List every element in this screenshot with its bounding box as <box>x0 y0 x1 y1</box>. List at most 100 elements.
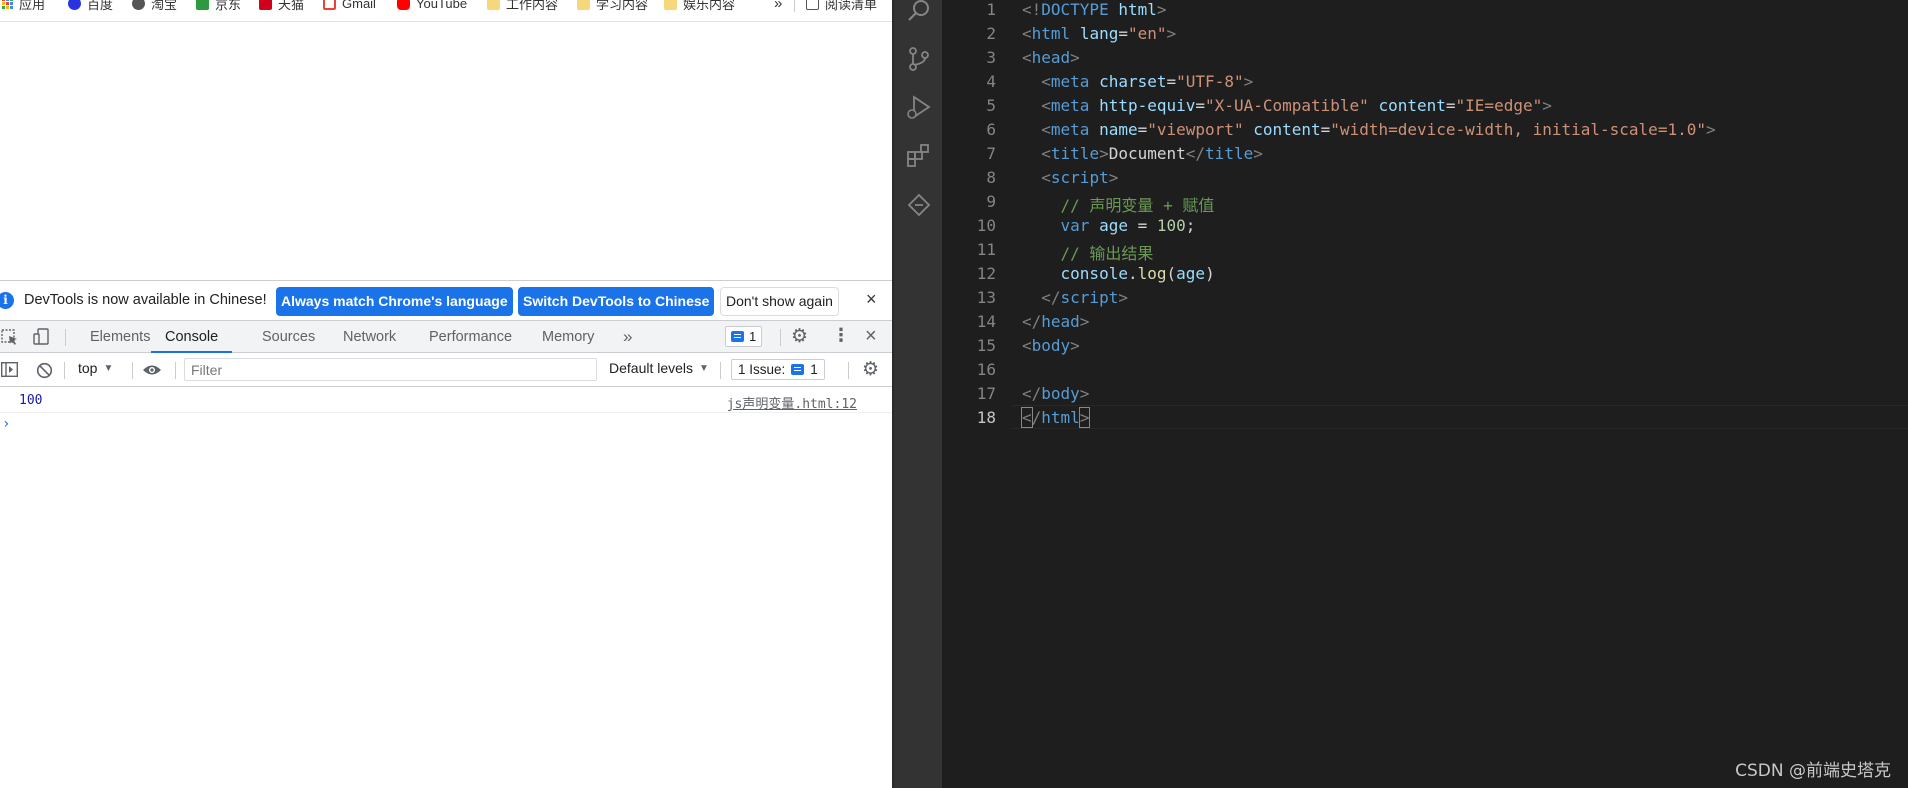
toolbar-divider <box>780 329 781 346</box>
context-value: top <box>78 360 98 376</box>
bookmark-baidu[interactable]: 百度 <box>68 0 113 14</box>
extensions-icon[interactable] <box>906 143 932 169</box>
bookmark-folder-study[interactable]: 学习内容 <box>577 0 648 14</box>
context-selector[interactable]: top ▼ <box>78 360 113 376</box>
browser-window: 应用 百度 淘宝 京东 天猫 Gmail YouTube 工作内容 学习内容 娱… <box>0 0 892 788</box>
page-viewport <box>0 22 892 280</box>
bookmark-label: 应用 <box>19 0 46 12</box>
console-log-row: 100 js声明变量.html:12 <box>0 388 892 413</box>
line-number: 5 <box>986 96 996 115</box>
log-levels-dropdown[interactable]: Default levels ▼ <box>609 360 709 376</box>
inspect-element-icon[interactable] <box>1 328 19 346</box>
line-number: 10 <box>976 216 996 235</box>
code-line: <!DOCTYPE html> <box>1022 0 1167 19</box>
code-line: console.log(age) <box>1060 264 1215 283</box>
settings-gear-icon[interactable]: ⚙ <box>791 327 808 346</box>
infobar-close-icon[interactable]: × <box>866 289 877 310</box>
devtools-close-icon[interactable]: × <box>865 325 877 348</box>
taobao-icon <box>132 0 145 10</box>
line-number: 15 <box>976 336 996 355</box>
device-toolbar-icon[interactable] <box>33 328 51 346</box>
line-number: 11 <box>976 240 996 259</box>
chevron-down-icon: ▼ <box>699 362 709 374</box>
line-number-current: 18 <box>976 408 996 427</box>
current-line-highlight <box>1012 405 1908 429</box>
messages-badge[interactable]: 1 <box>725 326 763 347</box>
toolbar-divider <box>175 362 176 379</box>
line-number: 4 <box>986 72 996 91</box>
tab-network[interactable]: Network <box>343 321 396 353</box>
message-icon <box>731 331 744 342</box>
bookmark-folder-work[interactable]: 工作内容 <box>487 0 558 14</box>
line-number: 1 <box>986 0 996 19</box>
bookmark-label: 娱乐内容 <box>683 0 736 12</box>
code-line: var age = 100; <box>1060 216 1196 235</box>
bookmark-taobao[interactable]: 淘宝 <box>132 0 177 14</box>
search-icon[interactable] <box>906 0 932 24</box>
tab-console[interactable]: Console <box>151 321 233 353</box>
bookmark-tmall[interactable]: 天猫 <box>259 0 304 14</box>
bookmark-jd[interactable]: 京东 <box>196 0 241 14</box>
issues-button[interactable]: 1 Issue: 1 <box>731 359 825 380</box>
log-value: 100 <box>19 393 43 408</box>
bookmarks-overflow-button[interactable]: » <box>774 0 782 14</box>
live-expression-eye-icon[interactable] <box>142 364 162 376</box>
info-icon: i <box>0 292 14 309</box>
vscode-window: 1 2 3 4 5 6 7 8 9 10 11 12 13 14 15 16 1… <box>892 0 1908 788</box>
reading-list-button[interactable]: 阅读清单 <box>806 0 877 14</box>
console-output: 100 js声明变量.html:12 › <box>0 388 892 788</box>
tmall-icon <box>259 0 272 10</box>
line-number: 12 <box>976 264 996 283</box>
code-editor[interactable]: 1 2 3 4 5 6 7 8 9 10 11 12 13 14 15 16 1… <box>942 0 1908 788</box>
tab-memory[interactable]: Memory <box>542 321 594 353</box>
console-prompt[interactable]: › <box>2 416 10 432</box>
code-line-current: </html> <box>1021 407 1091 428</box>
bookmark-label: 京东 <box>215 0 242 12</box>
devtools-panel: i DevTools is now available in Chinese! … <box>0 280 892 788</box>
line-number: 3 <box>986 48 996 67</box>
run-debug-icon[interactable] <box>906 94 932 120</box>
toolbar-divider <box>848 362 849 379</box>
more-tabs-button[interactable]: » <box>623 321 632 353</box>
code-line: // 输出结果 <box>1060 244 1154 263</box>
match-language-button[interactable]: Always match Chrome's language <box>276 287 513 316</box>
more-options-icon[interactable]: ⋮ <box>832 325 850 346</box>
bookmark-label: 淘宝 <box>151 0 178 12</box>
bookmark-gmail[interactable]: Gmail <box>323 0 376 14</box>
toolbar-divider <box>64 362 65 379</box>
bookmark-folder-fun[interactable]: 娱乐内容 <box>664 0 735 14</box>
reading-list-label: 阅读清单 <box>825 0 878 12</box>
bookmark-label: 工作内容 <box>506 0 559 12</box>
issues-label: 1 Issue: <box>738 362 786 377</box>
bookmark-label: 天猫 <box>278 0 305 12</box>
line-number: 8 <box>986 168 996 187</box>
console-settings-gear-icon[interactable]: ⚙ <box>862 360 879 379</box>
bookmark-separator <box>794 0 795 12</box>
clear-console-icon[interactable] <box>36 362 53 379</box>
line-number: 7 <box>986 144 996 163</box>
tab-sources[interactable]: Sources <box>262 321 315 353</box>
baidu-icon <box>68 0 81 10</box>
tab-performance[interactable]: Performance <box>429 321 512 353</box>
watermark: CSDN @前端史塔克 <box>1735 761 1891 781</box>
switch-to-chinese-button[interactable]: Switch DevTools to Chinese <box>518 287 715 316</box>
log-source-link[interactable]: js声明变量.html:12 <box>727 393 857 412</box>
code-line: <meta http-equiv="X-UA-Compatible" conte… <box>1041 96 1552 115</box>
line-number: 17 <box>976 384 996 403</box>
remote-explorer-icon[interactable] <box>906 192 932 218</box>
code-line: </script> <box>1041 288 1128 307</box>
bookmark-label: Gmail <box>342 0 376 11</box>
messages-count: 1 <box>749 329 757 344</box>
line-number: 13 <box>976 288 996 307</box>
line-number: 2 <box>986 24 996 43</box>
line-number: 16 <box>976 360 996 379</box>
tab-elements[interactable]: Elements <box>90 321 150 353</box>
filter-input[interactable] <box>184 358 597 381</box>
source-control-icon[interactable] <box>906 46 932 72</box>
dont-show-again-button[interactable]: Don't show again <box>720 287 839 316</box>
show-sidebar-icon[interactable] <box>1 362 18 377</box>
bookmark-apps[interactable]: 应用 <box>2 0 45 14</box>
code-line: <script> <box>1041 168 1119 187</box>
log-levels-value: Default levels <box>609 360 694 376</box>
bookmark-youtube[interactable]: YouTube <box>397 0 467 14</box>
